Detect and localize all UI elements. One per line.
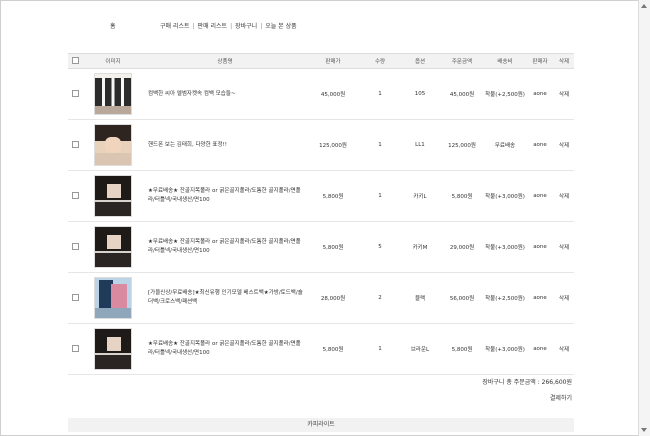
seller-cell: aone xyxy=(526,272,554,324)
row-checkbox[interactable] xyxy=(71,242,79,250)
delete-button[interactable]: 삭제 xyxy=(554,68,574,120)
seller-cell: aone xyxy=(526,323,554,375)
quantity-cell: 2 xyxy=(360,272,400,324)
quantity-cell: 1 xyxy=(360,68,400,120)
delete-button[interactable]: 삭제 xyxy=(554,272,574,324)
quantity-cell: 1 xyxy=(360,323,400,375)
product-thumbnail[interactable] xyxy=(94,328,132,370)
header-seller: 판매자 xyxy=(526,53,554,69)
product-name[interactable]: ★무료배송★ 잔골지목폴라 or 굵은골지폴라/도톰한 골지폴라/면폴라/터틀넥… xyxy=(144,323,306,375)
table-row: ★무료배송★ 잔골지목폴라 or 굵은골지폴라/도톰한 골지폴라/면폴라/터틀넥… xyxy=(68,170,574,222)
scroll-down-icon[interactable] xyxy=(641,428,647,432)
shipping-cell: 착불(+3,000원) xyxy=(484,170,526,222)
header-delete: 삭제 xyxy=(554,53,574,69)
shipping-cell: 착불(+2,500원) xyxy=(484,272,526,324)
quantity-cell: 5 xyxy=(360,221,400,273)
cart-total: 장바구니 총 주문금액 : 266,600원 xyxy=(482,379,572,386)
order-amount-cell: 56,000원 xyxy=(440,272,484,324)
header-quantity: 수량 xyxy=(360,53,400,69)
header-order-amount: 주문금액 xyxy=(440,53,484,69)
nav-sales-list[interactable]: 판매 리스트 xyxy=(198,23,228,30)
option-cell: 105 xyxy=(400,68,440,120)
product-name[interactable]: 핸드폰 보는 김태희, 다양한 표정!! xyxy=(144,119,306,171)
table-row: [가을신상/무료배송]★최신유행 인기모델 베스트백★가방/토드백/숄더백/크로… xyxy=(68,272,574,324)
order-amount-cell: 45,000원 xyxy=(440,68,484,120)
nav-home-link[interactable]: 홈 xyxy=(110,21,116,30)
product-name[interactable]: ★무료배송★ 잔골지목폴라 or 굵은골지폴라/도톰한 골지폴라/면폴라/터틀넥… xyxy=(144,170,306,222)
delete-button[interactable]: 삭제 xyxy=(554,119,574,171)
delete-button[interactable]: 삭제 xyxy=(554,221,574,273)
price-cell: 45,000원 xyxy=(306,68,360,120)
product-name[interactable]: 컴백한 씨아 엘범자켓속 컴백 모습들~ xyxy=(144,68,306,120)
product-thumbnail[interactable] xyxy=(94,175,132,217)
price-cell: 125,000원 xyxy=(306,119,360,171)
product-name[interactable]: ★무료배송★ 잔골지목폴라 or 굵은골지폴라/도톰한 골지폴라/면폴라/터틀넥… xyxy=(144,221,306,273)
order-amount-cell: 29,000원 xyxy=(440,221,484,273)
select-all-checkbox[interactable] xyxy=(71,56,79,64)
price-cell: 5,800원 xyxy=(306,221,360,273)
vertical-scrollbar[interactable] xyxy=(638,0,650,436)
header-product-name: 상품명 xyxy=(144,53,306,69)
option-cell: 브라운L xyxy=(400,323,440,375)
row-checkbox[interactable] xyxy=(71,344,79,352)
price-cell: 28,000원 xyxy=(306,272,360,324)
seller-cell: aone xyxy=(526,68,554,120)
table-row: 컴백한 씨아 엘범자켓속 컴백 모습들~ 45,000원 1 105 45,00… xyxy=(68,68,574,120)
scroll-up-icon[interactable] xyxy=(641,4,647,8)
nav-recently-viewed[interactable]: 오늘 본 상품 xyxy=(265,23,296,30)
shipping-cell: 착불(+2,500원) xyxy=(484,68,526,120)
top-nav: 구매 리스트 | 판매 리스트 | 장바구니 | 오늘 본 상품 xyxy=(160,23,297,30)
row-checkbox[interactable] xyxy=(71,140,79,148)
product-thumbnail[interactable] xyxy=(94,277,132,319)
shipping-cell: 무료배송 xyxy=(484,119,526,171)
product-thumbnail[interactable] xyxy=(94,73,132,115)
header-shipping: 배송비 xyxy=(484,53,526,69)
delete-button[interactable]: 삭제 xyxy=(554,170,574,222)
cart-table: 이미지 상품명 판매가 수량 옵션 주문금액 배송비 판매자 삭제 컴백한 씨아… xyxy=(68,53,574,375)
header-image: 이미지 xyxy=(82,53,144,69)
price-cell: 5,800원 xyxy=(306,323,360,375)
row-checkbox[interactable] xyxy=(71,89,79,97)
quantity-cell: 1 xyxy=(360,170,400,222)
table-row: ★무료배송★ 잔골지목폴라 or 굵은골지폴라/도톰한 골지폴라/면폴라/터틀넥… xyxy=(68,323,574,375)
order-amount-cell: 5,800원 xyxy=(440,170,484,222)
footer-copyright: 카피라이트 xyxy=(68,418,574,432)
product-thumbnail[interactable] xyxy=(94,226,132,268)
pay-button[interactable]: 결제하기 xyxy=(550,393,572,402)
table-header-row: 이미지 상품명 판매가 수량 옵션 주문금액 배송비 판매자 삭제 xyxy=(68,53,574,69)
row-checkbox[interactable] xyxy=(71,293,79,301)
row-checkbox[interactable] xyxy=(71,191,79,199)
header-price: 판매가 xyxy=(306,53,360,69)
seller-cell: aone xyxy=(526,170,554,222)
seller-cell: aone xyxy=(526,221,554,273)
shipping-cell: 착불(+3,000원) xyxy=(484,323,526,375)
nav-purchase-list[interactable]: 구매 리스트 xyxy=(160,23,190,30)
select-all-cell xyxy=(68,53,82,69)
table-row: ★무료배송★ 잔골지목폴라 or 굵은골지폴라/도톰한 골지폴라/면폴라/터틀넥… xyxy=(68,221,574,273)
product-thumbnail[interactable] xyxy=(94,124,132,166)
option-cell: 블랙 xyxy=(400,272,440,324)
nav-cart[interactable]: 장바구니 xyxy=(235,23,257,30)
quantity-cell: 1 xyxy=(360,119,400,171)
header-option: 옵션 xyxy=(400,53,440,69)
product-name[interactable]: [가을신상/무료배송]★최신유행 인기모델 베스트백★가방/토드백/숄더백/크로… xyxy=(144,272,306,324)
order-amount-cell: 5,800원 xyxy=(440,323,484,375)
table-row: 핸드폰 보는 김태희, 다양한 표정!! 125,000원 1 LL1 125,… xyxy=(68,119,574,171)
price-cell: 5,800원 xyxy=(306,170,360,222)
option-cell: LL1 xyxy=(400,119,440,171)
option-cell: 카키L xyxy=(400,170,440,222)
shipping-cell: 착불(+3,000원) xyxy=(484,221,526,273)
option-cell: 카키M xyxy=(400,221,440,273)
delete-button[interactable]: 삭제 xyxy=(554,323,574,375)
order-amount-cell: 125,000원 xyxy=(440,119,484,171)
seller-cell: aone xyxy=(526,119,554,171)
